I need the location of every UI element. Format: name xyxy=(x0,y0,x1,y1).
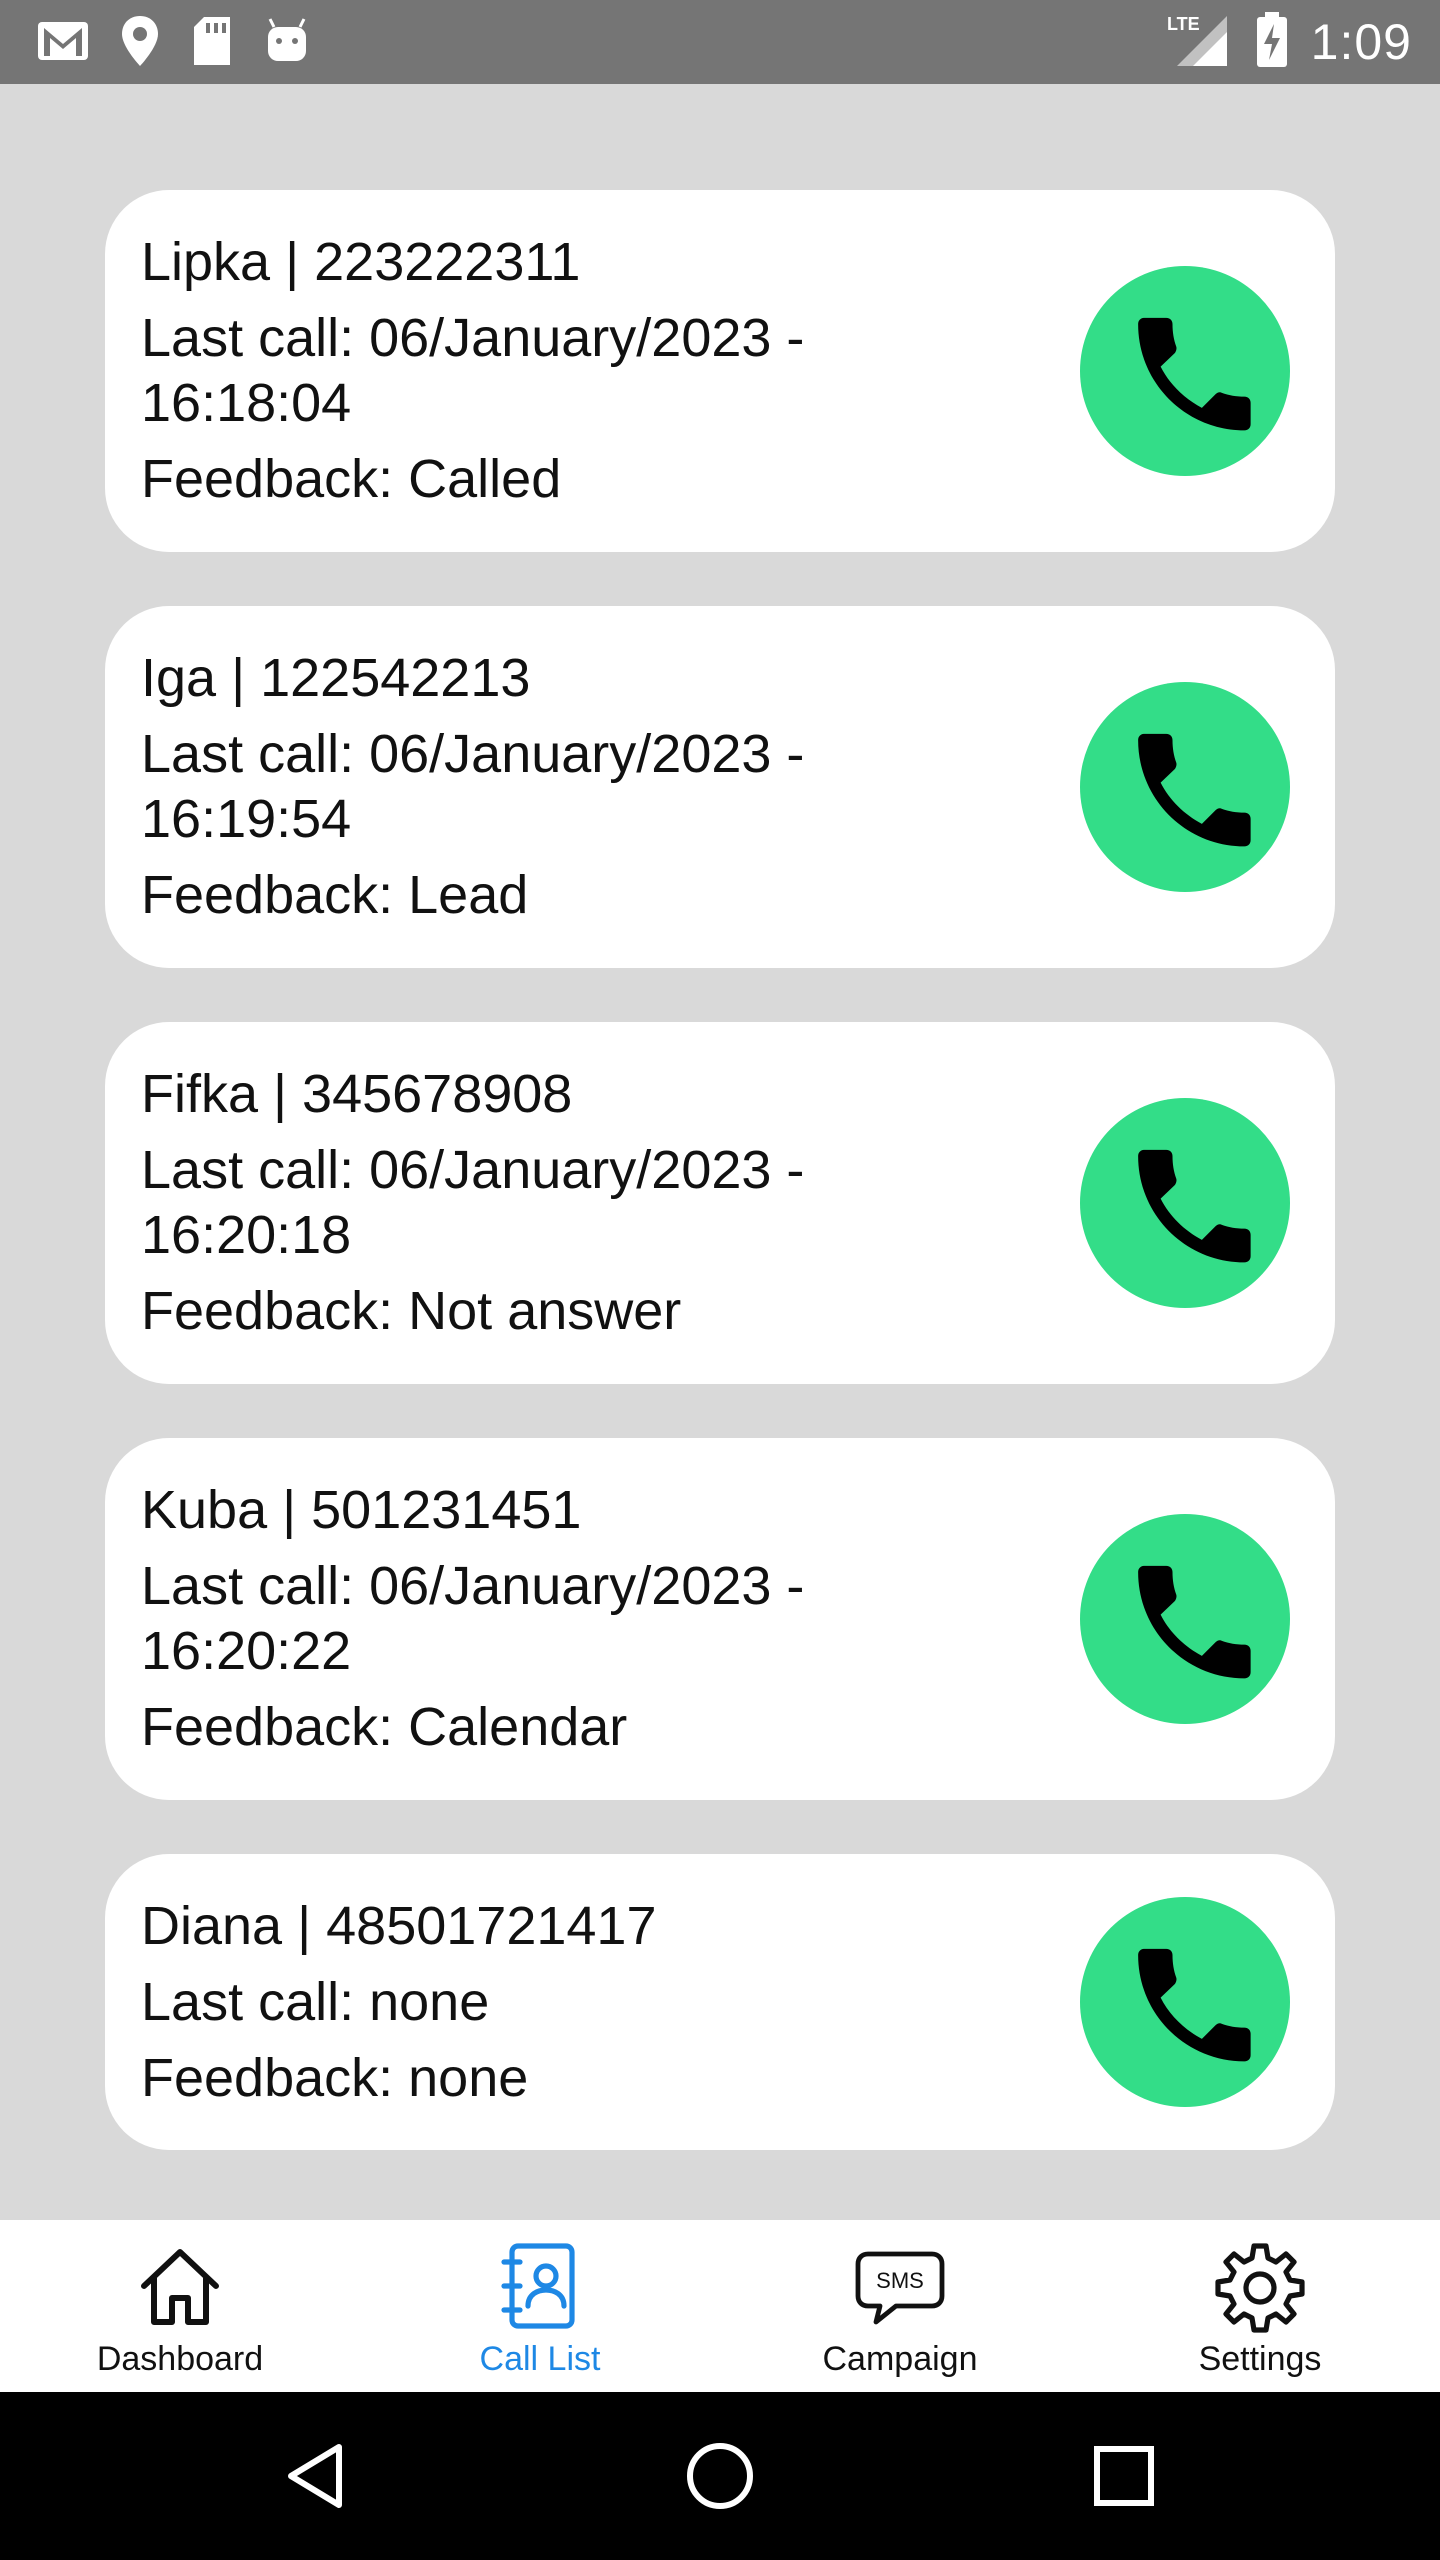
gmail-icon xyxy=(36,16,90,66)
contact-last-call: Last call: 06/January/2023 - 16:19:54 xyxy=(141,724,805,849)
contact-info: Iga | 122542213 Last call: 06/January/20… xyxy=(141,646,941,928)
nav-label: Settings xyxy=(1198,2340,1322,2378)
recents-square-icon xyxy=(1094,2446,1154,2506)
clock: 1:09 xyxy=(1310,14,1412,70)
nav-dashboard[interactable]: Dashboard xyxy=(0,2220,360,2392)
recents-button[interactable] xyxy=(1084,2436,1164,2516)
nav-campaign[interactable]: SMS Campaign xyxy=(720,2220,1080,2392)
contact-name-number: Iga | 122542213 xyxy=(141,648,531,708)
contact-last-call: Last call: 06/January/2023 - 16:18:04 xyxy=(141,308,805,433)
contact-feedback: Feedback: Calendar xyxy=(141,1697,628,1757)
contact-name-number: Diana | 48501721417 xyxy=(141,1896,657,1956)
contact-card: Kuba | 501231451 Last call: 06/January/2… xyxy=(105,1438,1335,1800)
contact-card: Lipka | 223222311 Last call: 06/January/… xyxy=(105,190,1335,552)
status-bar: LTE 1:09 xyxy=(0,0,1440,84)
sms-icon-text: SMS xyxy=(876,2268,924,2293)
gear-icon xyxy=(1215,2243,1305,2333)
contact-name-number: Fifka | 345678908 xyxy=(141,1064,573,1124)
phone-icon xyxy=(1138,1948,1251,2062)
battery-charging-icon xyxy=(1255,11,1289,73)
call-button[interactable] xyxy=(1080,266,1290,476)
contact-feedback: Feedback: Called xyxy=(141,449,562,509)
nav-call-list[interactable]: Call List xyxy=(360,2220,720,2392)
android-icon xyxy=(264,17,310,65)
contact-name-number: Kuba | 501231451 xyxy=(141,1480,582,1540)
home-icon xyxy=(141,2249,219,2325)
contact-feedback: Feedback: none xyxy=(141,2048,529,2108)
sms-bubble-icon: SMS xyxy=(855,2251,945,2325)
contact-card: Iga | 122542213 Last call: 06/January/20… xyxy=(105,606,1335,968)
nav-label: Call List xyxy=(479,2340,601,2378)
location-icon xyxy=(120,14,160,68)
signal-icon: LTE xyxy=(1167,12,1233,73)
system-navigation-bar xyxy=(0,2392,1440,2560)
back-triangle-icon xyxy=(288,2444,342,2508)
notification-icons xyxy=(36,14,310,68)
home-circle-icon xyxy=(687,2443,753,2509)
contact-info: Fifka | 345678908 Last call: 06/January/… xyxy=(141,1062,941,1344)
contact-info: Kuba | 501231451 Last call: 06/January/2… xyxy=(141,1478,941,1760)
call-button[interactable] xyxy=(1080,1514,1290,1724)
call-button[interactable] xyxy=(1080,1897,1290,2107)
contact-last-call: Last call: 06/January/2023 - 16:20:22 xyxy=(141,1556,805,1681)
bottom-navigation: Dashboard Call List SMS Campaign Setting… xyxy=(0,2220,1440,2392)
phone-icon xyxy=(1138,1149,1251,1263)
contact-card: Fifka | 345678908 Last call: 06/January/… xyxy=(105,1022,1335,1384)
contact-info: Lipka | 223222311 Last call: 06/January/… xyxy=(141,230,941,512)
contact-name-number: Lipka | 223222311 xyxy=(141,232,581,292)
phone-icon xyxy=(1138,317,1251,431)
phone-icon xyxy=(1138,733,1251,847)
system-status: LTE 1:09 xyxy=(1167,8,1412,76)
contacts-book-icon xyxy=(501,2243,575,2329)
nav-label: Dashboard xyxy=(96,2340,264,2378)
back-button[interactable] xyxy=(276,2436,356,2516)
home-button[interactable] xyxy=(680,2436,760,2516)
nav-settings[interactable]: Settings xyxy=(1080,2220,1440,2392)
call-button[interactable] xyxy=(1080,682,1290,892)
sd-card-icon xyxy=(190,15,234,67)
contact-feedback: Feedback: Not answer xyxy=(141,1281,682,1341)
contact-last-call: Last call: none xyxy=(141,1972,490,2032)
contact-card: Diana | 48501721417 Last call: none Feed… xyxy=(105,1854,1335,2150)
phone-icon xyxy=(1138,1565,1251,1679)
nav-label: Campaign xyxy=(822,2340,978,2378)
call-list[interactable]: Lipka | 223222311 Last call: 06/January/… xyxy=(0,84,1440,2220)
contact-info: Diana | 48501721417 Last call: none Feed… xyxy=(141,1894,941,2111)
contact-last-call: Last call: 06/January/2023 - 16:20:18 xyxy=(141,1140,805,1265)
contact-feedback: Feedback: Lead xyxy=(141,865,529,925)
call-button[interactable] xyxy=(1080,1098,1290,1308)
network-type: LTE xyxy=(1167,14,1200,34)
